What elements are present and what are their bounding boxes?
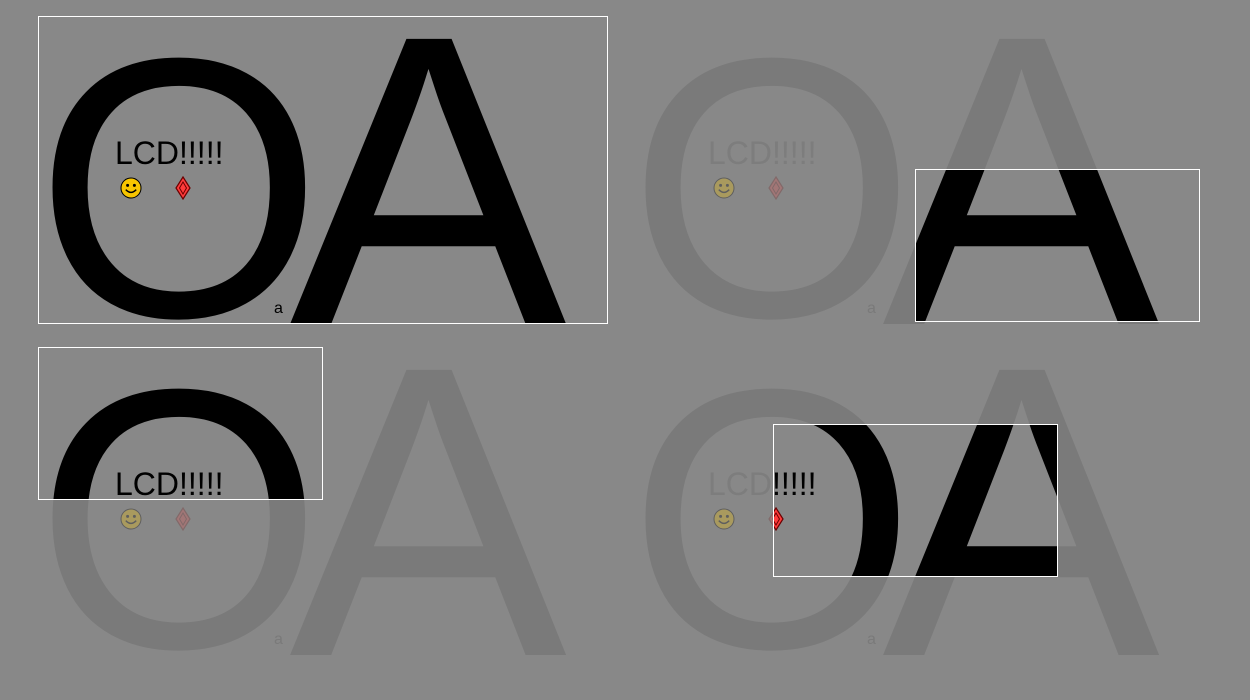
big-a-glyph: A — [286, 16, 571, 324]
panel-bottom-right: O A LCD!!!!! a O A LCD!!!!! a — [631, 347, 1201, 655]
scene-vivid: O A LCD!!!!! a — [915, 169, 1200, 322]
highlight-region: O A LCD!!!!! a — [38, 347, 323, 500]
small-a-glyph: a — [867, 300, 876, 317]
scene-vivid: O A LCD!!!!! a — [38, 347, 323, 500]
red-diamond-icon — [773, 507, 784, 531]
red-diamond-icon — [175, 507, 191, 531]
scene-vivid: O A LCD!!!!! a — [773, 424, 1058, 577]
big-a-glyph: A — [286, 347, 323, 500]
small-a-glyph: a — [274, 631, 283, 648]
smiley-face-icon — [713, 177, 735, 199]
panel-top-left: O A LCD!!!!! a O A LCD!!!!! a — [38, 16, 608, 324]
lcd-label: LCD!!!!! — [115, 135, 224, 171]
panel-top-right: O A LCD!!!!! a O A LCD!!!!! a — [631, 16, 1201, 324]
small-a-glyph: a — [274, 300, 283, 317]
red-diamond-icon — [175, 176, 191, 200]
lcd-label: LCD!!!!! — [708, 135, 817, 171]
panel-bottom-left: O A LCD!!!!! a O A LCD!!!!! a — [38, 347, 608, 655]
small-a-glyph: a — [867, 631, 876, 648]
big-a-glyph: A — [915, 169, 1163, 322]
big-a-glyph: A — [879, 424, 1058, 577]
highlight-region: O A LCD!!!!! a — [915, 169, 1200, 322]
highlight-region: O A LCD!!!!! a — [773, 424, 1058, 577]
big-a-glyph: A — [286, 347, 571, 655]
highlight-region: O A LCD!!!!! a — [38, 16, 608, 324]
smiley-face-icon — [713, 508, 735, 530]
render-test-canvas: O A LCD!!!!! a O A LCD!!!!! a O A LCD!!!… — [0, 0, 1250, 700]
lcd-label: LCD!!!!! — [773, 466, 817, 502]
red-diamond-icon — [768, 176, 784, 200]
scene-vivid: O A LCD!!!!! a — [38, 16, 608, 324]
smiley-face-icon — [120, 508, 142, 530]
lcd-label: LCD!!!!! — [115, 466, 224, 500]
smiley-face-icon — [120, 177, 142, 199]
